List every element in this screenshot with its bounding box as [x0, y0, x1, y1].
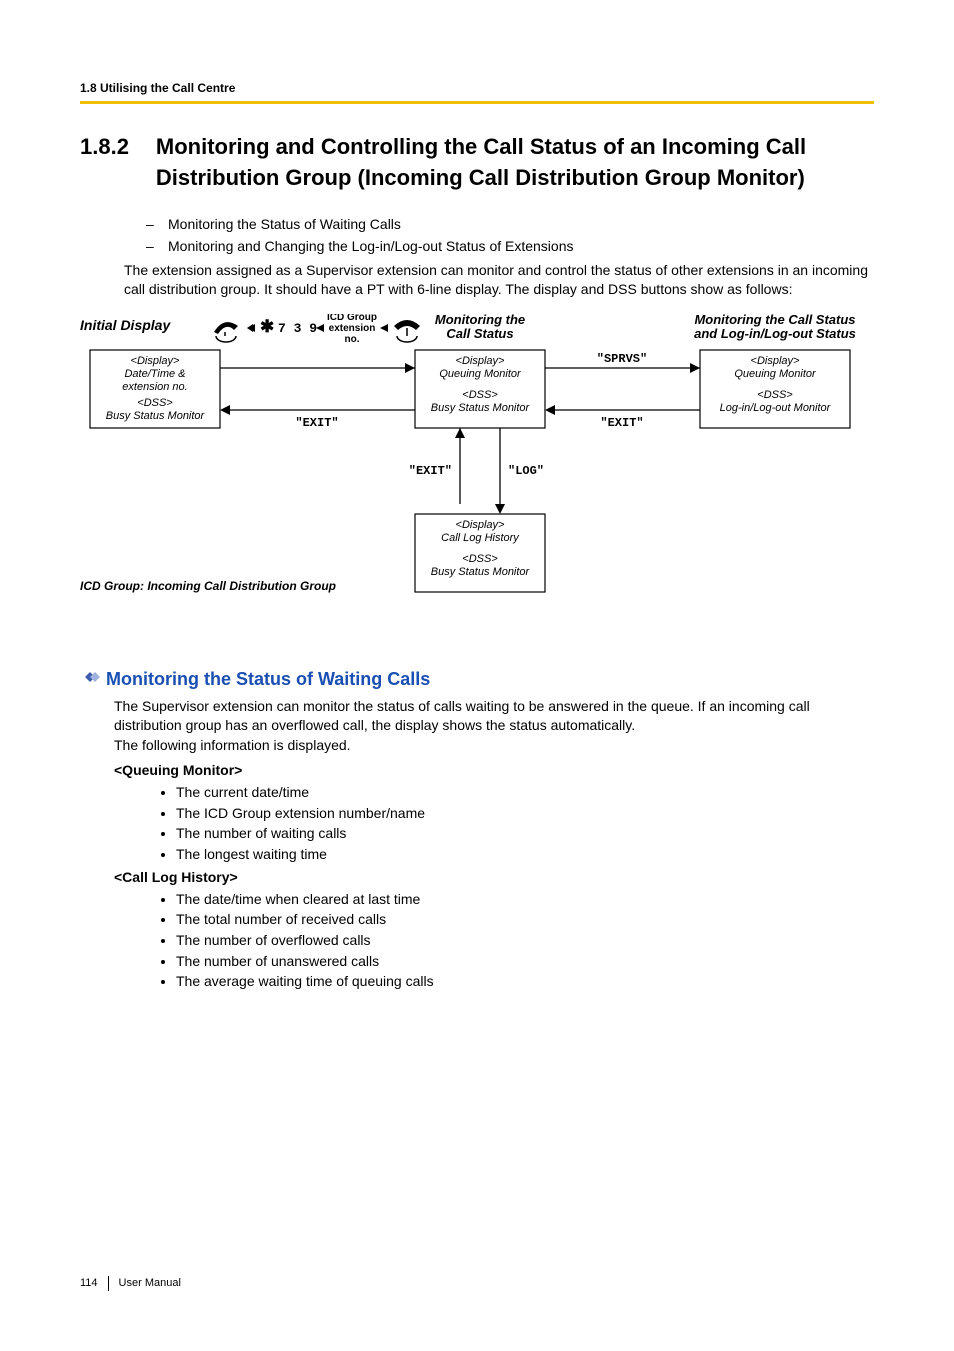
step-label-icdgroup-3: no. [345, 334, 360, 345]
label-log: "LOG" [508, 464, 544, 478]
footer-label: User Manual [119, 1276, 181, 1291]
calllog-history-list: The date/time when cleared at last time … [114, 890, 874, 992]
subsection-title: Monitoring the Status of Waiting Calls [106, 667, 430, 692]
box3-dss: <DSS> [757, 389, 793, 401]
asterisk-icon: ✱ [260, 317, 274, 336]
footer: 114 User Manual [80, 1276, 181, 1291]
subsection-paragraph: The Supervisor extension can monitor the… [114, 697, 874, 756]
state-diagram: Initial Display Monitoring the Call Stat… [80, 314, 874, 640]
subsection-heading-row: Monitoring the Status of Waiting Calls [80, 667, 874, 692]
box2-line1: Queuing Monitor [439, 368, 522, 380]
label-monitoring-loginout-2: and Log-in/Log-out Status [694, 326, 856, 341]
offhook-icon [214, 322, 238, 342]
dash-text: Monitoring the Status of Waiting Calls [168, 215, 401, 235]
calllog-history-label: <Call Log History> [114, 868, 874, 888]
dash-text: Monitoring and Changing the Log-in/Log-o… [168, 237, 574, 257]
box4-line1: Call Log History [441, 532, 520, 544]
queuing-monitor-label: <Queuing Monitor> [114, 761, 874, 781]
section-heading-row: 1.8.2 Monitoring and Controlling the Cal… [80, 132, 874, 194]
diamond-bullet-icon [80, 669, 106, 691]
list-item: The ICD Group extension number/name [176, 804, 874, 824]
step-label-icdgroup-2: extension [329, 323, 376, 334]
section-number: 1.8.2 [80, 132, 152, 163]
list-item: The average waiting time of queuing call… [176, 972, 874, 992]
header-rule [80, 101, 874, 104]
onhook-icon [394, 320, 420, 342]
list-item: The number of waiting calls [176, 824, 874, 844]
dash-item: – Monitoring and Changing the Log-in/Log… [146, 237, 874, 257]
box1-dss: <DSS> [137, 397, 173, 409]
label-initial-display: Initial Display [80, 317, 171, 333]
box3-display: <Display> [751, 355, 800, 367]
box1-line2: extension no. [122, 381, 187, 393]
box1-line3: Busy Status Monitor [106, 410, 206, 422]
box4-dss: <DSS> [462, 553, 498, 565]
box3-line1: Queuing Monitor [734, 368, 817, 380]
label-monitoring-call-status-2: Call Status [446, 326, 513, 341]
label-exit-3: "EXIT" [409, 464, 452, 478]
box1-display: <Display> [131, 355, 180, 367]
box4-display: <Display> [456, 519, 505, 531]
diagram-footnote: ICD Group: Incoming Call Distribution Gr… [80, 579, 336, 593]
list-item: The number of unanswered calls [176, 952, 874, 972]
label-sprvs: "SPRVS" [597, 352, 647, 366]
box2-display: <Display> [456, 355, 505, 367]
list-item: The date/time when cleared at last time [176, 890, 874, 910]
page: 1.8 Utilising the Call Centre 1.8.2 Moni… [0, 0, 954, 1351]
intro-paragraph: The extension assigned as a Supervisor e… [124, 261, 874, 300]
box4-line2: Busy Status Monitor [431, 566, 531, 578]
list-item: The longest waiting time [176, 845, 874, 865]
step-label-icdgroup-1: ICD Group [327, 314, 377, 323]
running-header: 1.8 Utilising the Call Centre [80, 80, 874, 97]
queuing-monitor-list: The current date/time The ICD Group exte… [114, 783, 874, 864]
dash-item: – Monitoring the Status of Waiting Calls [146, 215, 874, 235]
list-item: The current date/time [176, 783, 874, 803]
box3-line2: Log-in/Log-out Monitor [720, 402, 832, 414]
list-item: The total number of received calls [176, 910, 874, 930]
box2-dss: <DSS> [462, 389, 498, 401]
label-exit-1: "EXIT" [295, 416, 338, 430]
dash-bullet: – [146, 215, 168, 235]
list-item: The number of overflowed calls [176, 931, 874, 951]
box2-line2: Busy Status Monitor [431, 402, 531, 414]
dash-bullet: – [146, 237, 168, 257]
intro-block: – Monitoring the Status of Waiting Calls… [80, 215, 874, 299]
box1-line1: Date/Time & [124, 368, 185, 380]
label-exit-2: "EXIT" [600, 416, 643, 430]
page-number: 114 [80, 1276, 109, 1291]
subsection-body: The Supervisor extension can monitor the… [80, 697, 874, 992]
section-title: Monitoring and Controlling the Call Stat… [156, 132, 874, 194]
dial-code: 7 3 9 [278, 321, 317, 336]
